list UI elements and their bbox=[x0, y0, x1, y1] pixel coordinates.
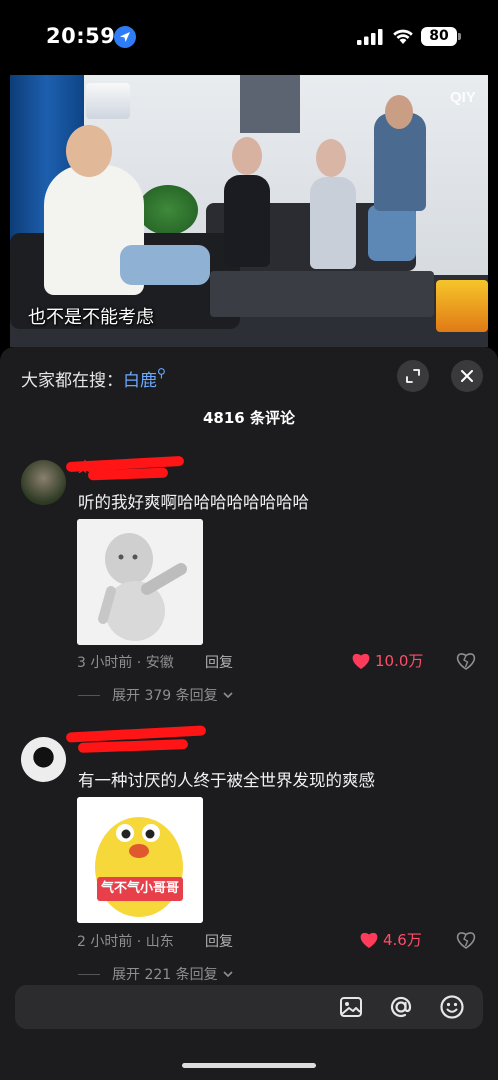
heart-icon bbox=[360, 932, 378, 948]
chevron-down-icon bbox=[223, 971, 233, 978]
image-icon[interactable] bbox=[337, 993, 365, 1021]
mention-icon[interactable] bbox=[387, 993, 415, 1021]
comment-meta: 2 小时前 · 山东 bbox=[77, 934, 174, 950]
divider-line bbox=[78, 973, 100, 975]
expand-replies-button[interactable]: 展开 379 条回复 bbox=[78, 685, 234, 705]
video-player[interactable]: QIY 也不是不能考虑 bbox=[10, 75, 488, 347]
like-button[interactable]: 4.6万 bbox=[359, 929, 422, 950]
comment-text: 听的我好爽啊哈哈哈哈哈哈哈哈 bbox=[78, 493, 309, 512]
sticker-caption: 气不气小哥哥 bbox=[100, 881, 179, 896]
expand-replies-label: 展开 379 条回复 bbox=[112, 688, 218, 704]
show-logo-right bbox=[436, 280, 488, 332]
comment-text: 有一种讨厌的人终于被全世界发现的爽感 bbox=[78, 771, 375, 790]
expand-replies-label: 展开 221 条回复 bbox=[112, 967, 218, 983]
chevron-down-icon bbox=[223, 692, 233, 699]
search-suggestion-prefix: 大家都在搜： bbox=[21, 371, 123, 391]
wifi-icon bbox=[393, 29, 413, 44]
close-button[interactable] bbox=[451, 360, 483, 392]
comment-meta: 3 小时前 · 安徽 bbox=[77, 655, 174, 671]
status-time: 20:59 bbox=[46, 24, 116, 48]
video-person-legs bbox=[120, 245, 210, 285]
divider-line bbox=[78, 694, 100, 696]
video-person-head bbox=[232, 137, 262, 175]
reply-button[interactable]: 回复 bbox=[205, 652, 233, 672]
comment-input-bar bbox=[15, 985, 483, 1029]
baby-sticker-image bbox=[77, 519, 203, 645]
yellow-creature-sticker-image bbox=[77, 797, 203, 923]
avatar[interactable] bbox=[21, 460, 66, 505]
search-icon: ⚲ bbox=[157, 366, 166, 380]
expand-icon bbox=[406, 369, 420, 383]
comment-sticker[interactable]: 气不气小哥哥 bbox=[77, 797, 203, 923]
redaction-mark bbox=[87, 467, 169, 481]
show-logo-left bbox=[86, 83, 130, 119]
video-person-head bbox=[316, 139, 346, 177]
video-subtitle: 也不是不能考虑 bbox=[28, 307, 154, 328]
emoji-icon[interactable] bbox=[438, 993, 466, 1021]
video-person-head bbox=[66, 125, 112, 177]
search-suggestion[interactable]: 大家都在搜：白鹿⚲ bbox=[21, 366, 166, 391]
reply-button[interactable]: 回复 bbox=[205, 931, 233, 951]
signal-icon bbox=[357, 29, 383, 45]
video-scene-plant bbox=[138, 185, 198, 235]
video-scene-poster bbox=[240, 75, 300, 133]
video-scene-table bbox=[210, 271, 434, 317]
video-person bbox=[310, 177, 356, 269]
like-count: 10.0万 bbox=[375, 652, 424, 670]
heart-icon bbox=[352, 653, 370, 669]
video-person-head bbox=[385, 95, 413, 129]
expand-button[interactable] bbox=[397, 360, 429, 392]
comments-sheet: 大家都在搜：白鹿⚲ 4816 条评论 太... 听的我好爽啊哈哈哈哈哈哈哈哈 bbox=[0, 347, 498, 1080]
battery-tip bbox=[458, 33, 461, 40]
search-suggestion-keyword[interactable]: 白鹿 bbox=[123, 371, 157, 391]
comment-sticker[interactable] bbox=[77, 519, 203, 645]
video-person bbox=[224, 175, 270, 267]
comment-count: 4816 条评论 bbox=[203, 409, 295, 427]
expand-replies-button[interactable]: 展开 221 条回复 bbox=[78, 964, 234, 984]
avatar[interactable] bbox=[21, 737, 66, 782]
video-person-legs bbox=[368, 205, 416, 261]
home-indicator[interactable] bbox=[182, 1063, 316, 1068]
broken-heart-icon[interactable] bbox=[456, 931, 476, 949]
like-button[interactable]: 10.0万 bbox=[351, 650, 423, 671]
broken-heart-icon[interactable] bbox=[456, 652, 476, 670]
video-watermark: QIY bbox=[450, 89, 476, 106]
like-count: 4.6万 bbox=[383, 931, 422, 949]
close-icon bbox=[461, 370, 473, 382]
comment-input[interactable] bbox=[31, 995, 331, 1019]
battery-icon: 80 bbox=[421, 27, 457, 46]
location-icon bbox=[114, 26, 136, 48]
status-bar: 20:59 80 bbox=[0, 0, 498, 75]
